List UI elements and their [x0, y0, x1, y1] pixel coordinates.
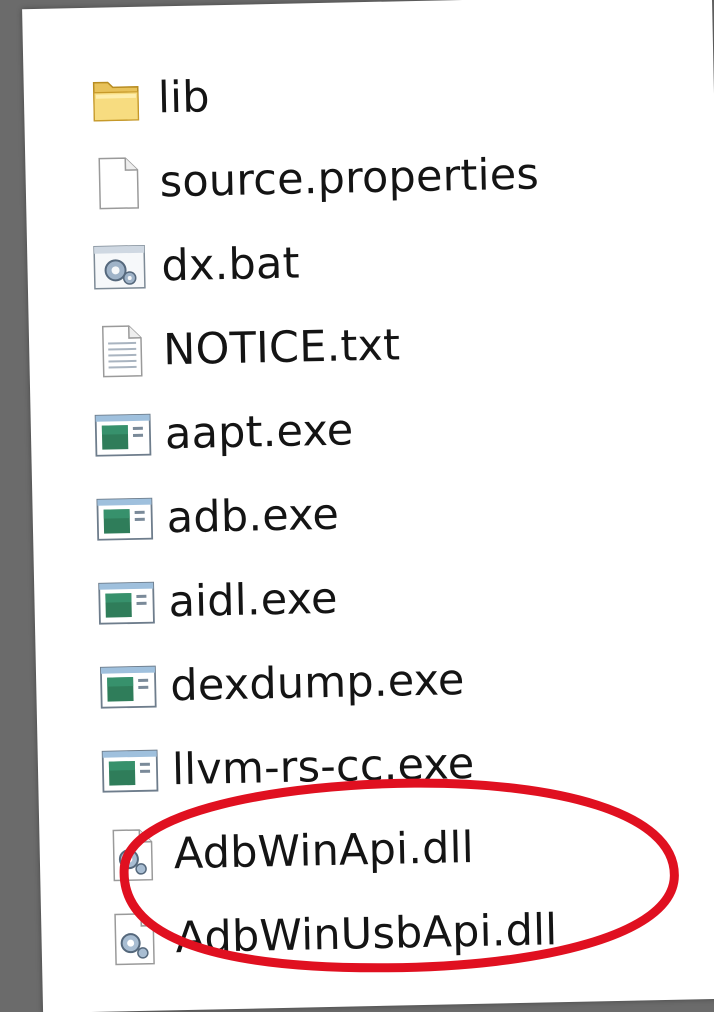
file-item-lib[interactable]: lib — [85, 45, 687, 142]
blank-file-icon — [87, 153, 148, 214]
file-item-adbwinapi-dll[interactable]: AdbWinApi.dll — [101, 801, 703, 898]
exe-file-icon — [94, 489, 155, 550]
folder-icon — [85, 69, 146, 130]
batch-file-icon — [89, 237, 150, 298]
file-name: adb.exe — [166, 489, 340, 544]
file-name: lib — [157, 72, 211, 124]
text-file-icon — [91, 321, 152, 382]
file-name: aapt.exe — [164, 405, 354, 460]
file-name: aidl.exe — [168, 573, 339, 628]
file-list: lib source.properties dx.bat NOTICE.txt … — [85, 45, 704, 981]
exe-file-icon — [98, 657, 159, 718]
file-item-llvm-rs-cc-exe[interactable]: llvm-rs-cc.exe — [99, 717, 701, 814]
file-name: dexdump.exe — [169, 655, 466, 712]
file-item-aapt-exe[interactable]: aapt.exe — [92, 381, 694, 478]
file-name: dx.bat — [160, 238, 301, 292]
file-name: NOTICE.txt — [162, 320, 401, 376]
file-list-panel: lib source.properties dx.bat NOTICE.txt … — [22, 0, 714, 1012]
file-item-notice-txt[interactable]: NOTICE.txt — [90, 297, 692, 394]
file-name: llvm-rs-cc.exe — [171, 738, 475, 796]
file-item-source-properties[interactable]: source.properties — [87, 129, 689, 226]
file-name: source.properties — [159, 149, 540, 208]
dll-file-icon — [103, 908, 164, 969]
file-name: AdbWinUsbApi.dll — [175, 905, 558, 964]
exe-file-icon — [92, 405, 153, 466]
exe-file-icon — [96, 573, 157, 634]
dll-file-icon — [101, 824, 162, 885]
file-item-adbwinusbapi-dll[interactable]: AdbWinUsbApi.dll — [103, 885, 705, 982]
file-item-dx-bat[interactable]: dx.bat — [89, 213, 691, 310]
file-item-dexdump-exe[interactable]: dexdump.exe — [97, 633, 699, 730]
screenshot-canvas: lib source.properties dx.bat NOTICE.txt … — [0, 0, 714, 1012]
file-item-adb-exe[interactable]: adb.exe — [94, 465, 696, 562]
file-name: AdbWinApi.dll — [173, 822, 475, 880]
exe-file-icon — [99, 741, 160, 802]
file-item-aidl-exe[interactable]: aidl.exe — [96, 549, 698, 646]
